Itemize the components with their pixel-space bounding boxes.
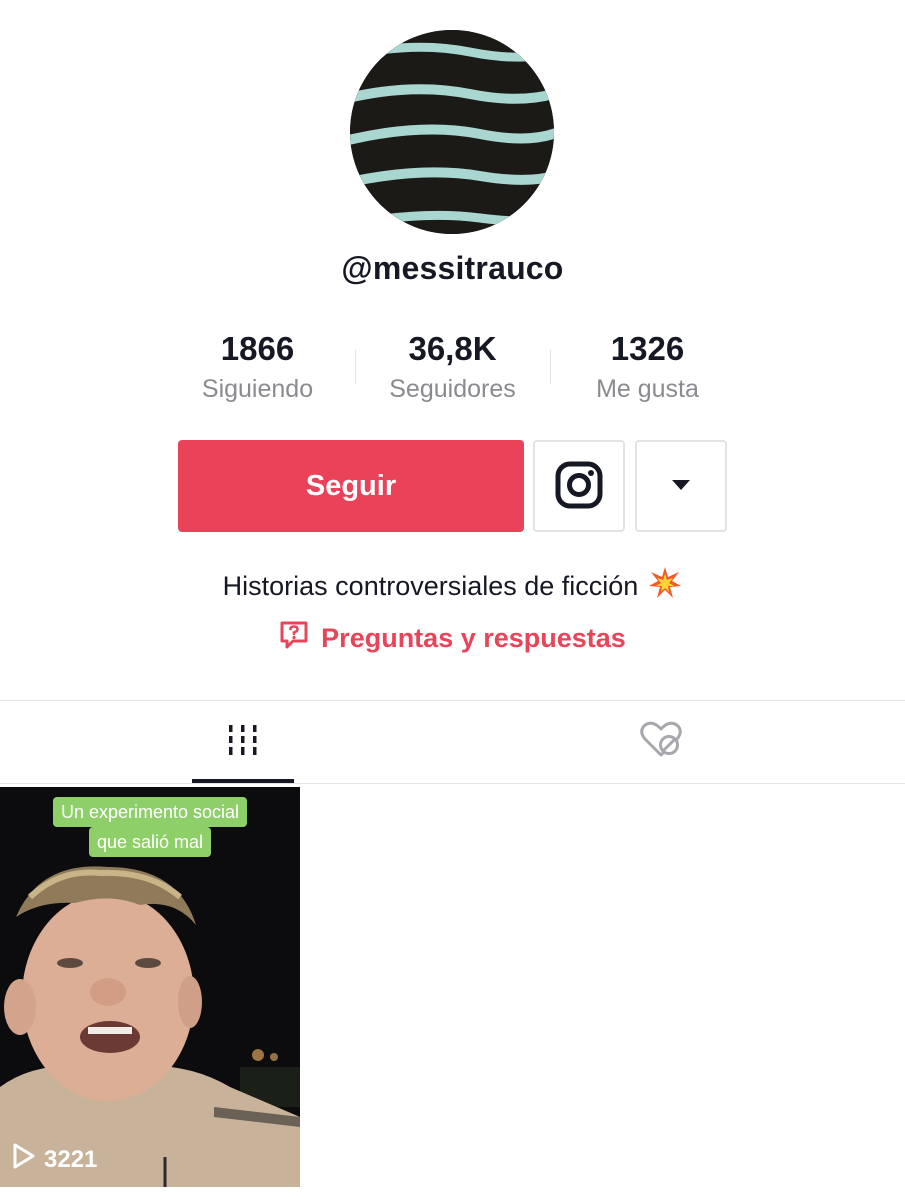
more-options-button[interactable] (635, 440, 727, 532)
following-label: Siguiendo (201, 375, 314, 403)
collision-icon (648, 566, 682, 607)
qa-label: Preguntas y respuestas (321, 623, 626, 653)
following-count: 1866 (220, 330, 295, 367)
followers-count: 36,8K (408, 330, 497, 367)
profile-stats: 1866 Siguiendo 36,8K Seguidores 1326 Me … (160, 326, 745, 416)
stat-followers[interactable]: 36,8K Seguidores (355, 326, 550, 406)
stat-likes[interactable]: 1326 Me gusta (550, 326, 745, 406)
tab-liked[interactable] (610, 701, 712, 783)
caption-line: que salió mal (88, 827, 212, 857)
hidden-heart-icon (639, 721, 683, 764)
likes-label: Me gusta (596, 375, 699, 403)
instagram-icon (555, 461, 603, 512)
question-bubble-icon (279, 620, 309, 657)
stat-following[interactable]: 1866 Siguiendo (160, 326, 355, 406)
followers-label: Seguidores (389, 375, 516, 403)
qa-link[interactable]: Preguntas y respuestas (0, 620, 905, 657)
caret-down-icon (670, 478, 692, 495)
tabs-divider-bottom (0, 783, 905, 784)
tab-videos[interactable] (192, 701, 294, 783)
profile-bio: Historias controversiales de ficción (0, 566, 905, 607)
play-count-value: 3221 (44, 1145, 98, 1173)
instagram-button[interactable] (533, 440, 625, 532)
avatar-image (350, 30, 554, 234)
video-thumbnail[interactable]: Un experimento social que salió mal 3221 (0, 787, 300, 1187)
grid-icon (226, 723, 260, 762)
follow-button[interactable]: Seguir (178, 440, 524, 532)
video-caption: Un experimento social que salió mal (0, 797, 300, 857)
caption-line: Un experimento social (52, 797, 248, 827)
username: @messitrauco (341, 250, 564, 286)
likes-count: 1326 (610, 330, 685, 367)
bio-text: Historias controversiales de ficción (222, 571, 639, 601)
profile-avatar[interactable] (350, 30, 554, 234)
play-icon (12, 1142, 36, 1177)
play-count: 3221 (12, 1142, 97, 1177)
tabs-divider-top (0, 700, 905, 701)
